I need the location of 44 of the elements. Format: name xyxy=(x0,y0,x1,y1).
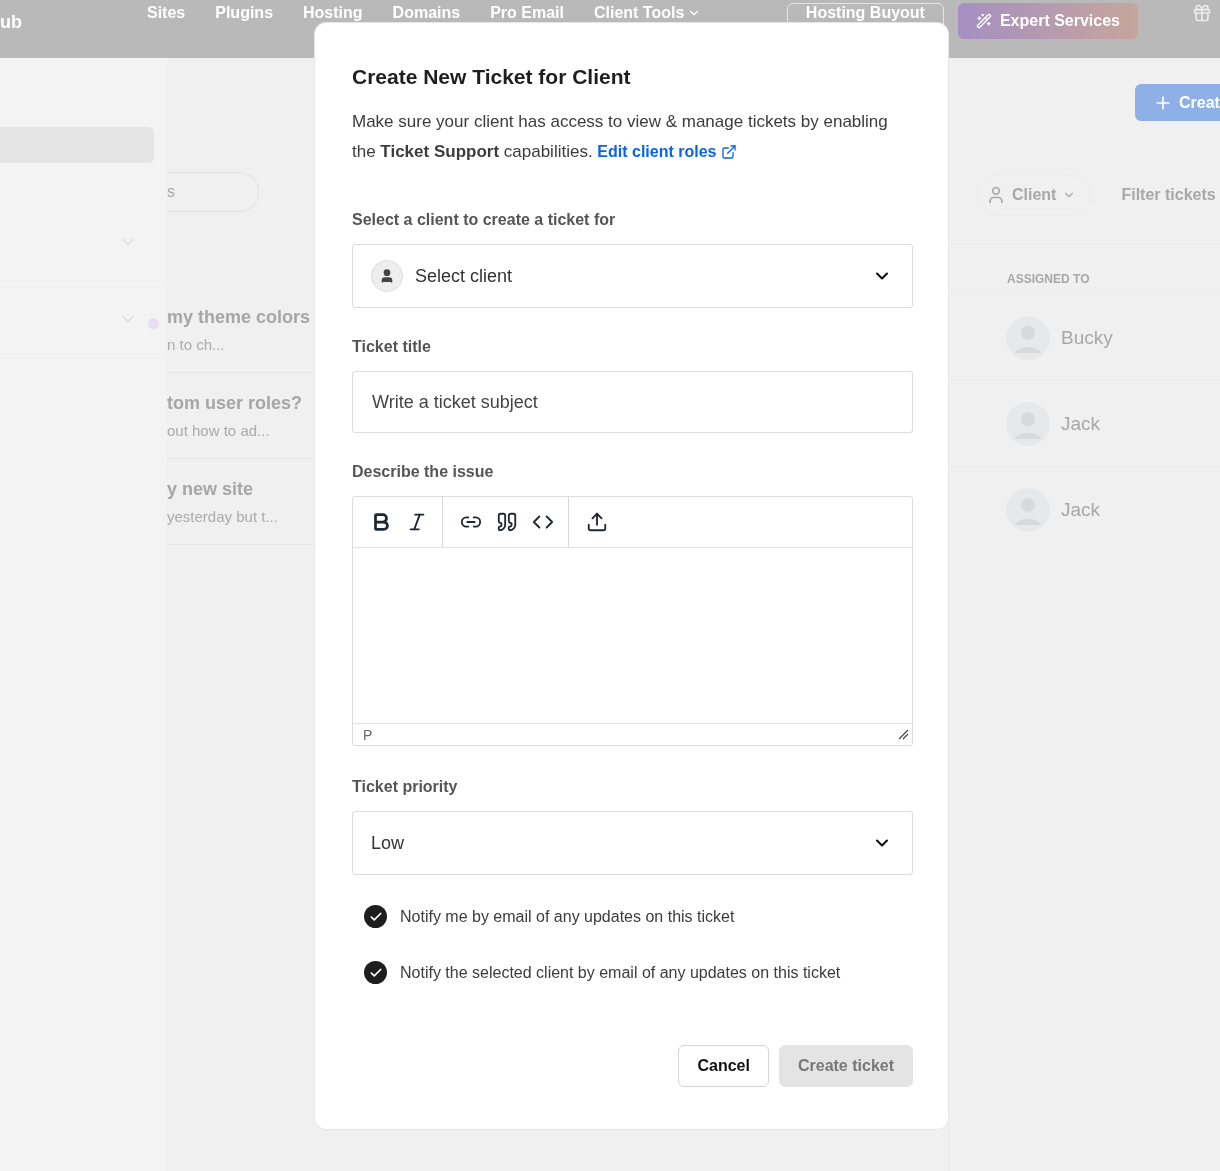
ticket-preview: yesterday but t... xyxy=(167,507,279,525)
nav-link[interactable]: Sites xyxy=(147,4,186,22)
field-label: Ticket title xyxy=(352,338,432,356)
description-editor[interactable]: P xyxy=(352,496,913,746)
user-icon xyxy=(371,260,403,292)
quote-icon[interactable] xyxy=(496,511,518,533)
checkbox-label: Notify me by email of any updates on this ticket xyxy=(400,907,735,926)
assignee-name: Bucky xyxy=(1061,326,1113,349)
element-path: P xyxy=(363,726,373,743)
client-select[interactable]: Select client xyxy=(352,244,913,308)
nav-link[interactable]: Domains xyxy=(392,4,461,22)
resize-handle-icon[interactable] xyxy=(898,729,909,740)
assignee-name: Jack xyxy=(1061,412,1101,435)
brand-logo: ub xyxy=(0,12,23,33)
checkbox[interactable] xyxy=(364,961,387,984)
field-label: Ticket priority xyxy=(352,778,459,796)
assignee-name: Jack xyxy=(1061,498,1101,521)
ticket-preview: out how to ad... xyxy=(167,421,271,439)
cancel-button[interactable]: Cancel xyxy=(678,1045,769,1087)
ticket-title: y new site xyxy=(167,478,255,500)
nav-link[interactable]: Pro Email xyxy=(490,4,564,22)
title-input[interactable]: Write a ticket subject xyxy=(352,371,913,433)
nav-link[interactable]: Plugins xyxy=(215,4,274,22)
filter-field[interactable]: Filter tickets xyxy=(1121,186,1216,204)
field-label: Describe the issue xyxy=(352,463,495,481)
user-icon xyxy=(986,185,1006,205)
ticket-title: my theme colors xyxy=(167,306,312,328)
field-label: Select a client to create a ticket for xyxy=(352,211,617,229)
expert-services-button[interactable]: Expert Services xyxy=(957,3,1138,39)
ticket-preview: n to ch... xyxy=(167,335,226,353)
external-link-icon xyxy=(720,144,737,160)
nav-link[interactable]: Client Tools xyxy=(593,4,702,22)
column-header: ASSIGNED TO xyxy=(1006,271,1091,288)
create-button[interactable]: Creat xyxy=(1135,84,1220,121)
checkbox-label: Notify the selected client by email of any updates on this ticket xyxy=(400,963,841,982)
wand-icon xyxy=(975,13,992,29)
ticket-title: tom user roles? xyxy=(167,392,304,414)
edit-roles-link[interactable]: Edit client roles xyxy=(597,137,737,167)
checkbox[interactable] xyxy=(364,905,387,928)
priority-select[interactable]: Low xyxy=(352,811,913,875)
upload-icon[interactable] xyxy=(586,511,608,533)
nav-link[interactable]: Hosting xyxy=(303,4,363,22)
modal-title: Create New Ticket for Client xyxy=(352,65,632,89)
modal-description: Make sure your client has access to view & manage tickets by enabling the Ticket Support capabilities. Edit client roles xyxy=(352,107,892,167)
